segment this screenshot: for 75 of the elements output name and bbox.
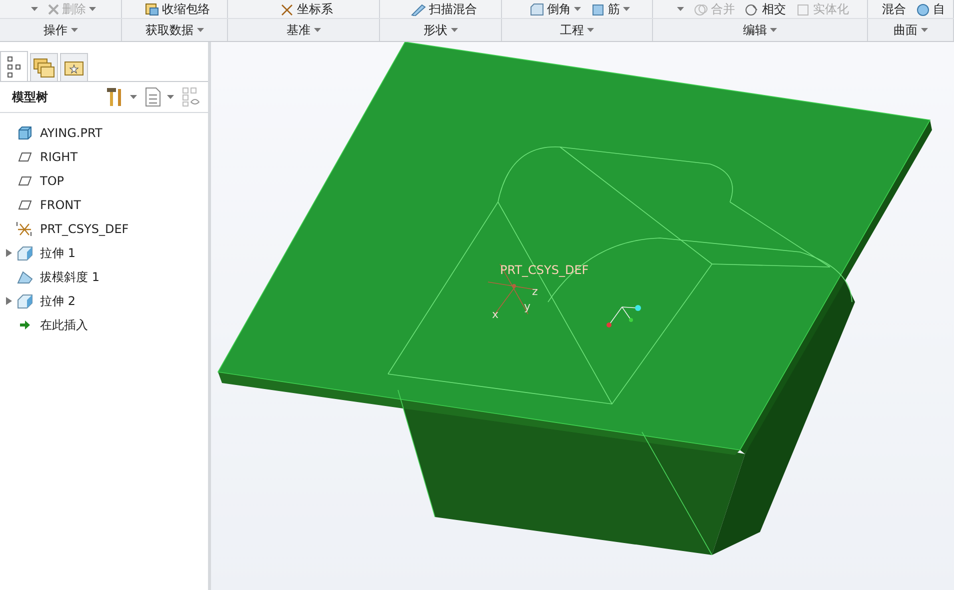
list-icon: [145, 87, 161, 107]
caret-icon: [70, 28, 78, 32]
caret-icon: [574, 7, 581, 11]
ribbon-command[interactable]: 混合: [880, 0, 908, 18]
caret-icon: [587, 28, 594, 32]
triad-icon: [606, 305, 641, 328]
box-icon: [17, 294, 33, 308]
tree-item[interactable]: TOP: [38, 174, 64, 188]
axis-label: y: [524, 300, 531, 313]
caret-icon: [89, 7, 96, 11]
axis-label: x: [492, 308, 499, 321]
ribbon-command[interactable]: 筋: [589, 0, 632, 18]
group-menu-button[interactable]: 形状: [422, 21, 460, 39]
coordinate-system-icon: [16, 221, 34, 237]
group-menu-button[interactable]: 获取数据: [144, 21, 206, 39]
sphere-icon: [916, 2, 930, 16]
arrow-icon: [19, 320, 31, 330]
tree-item[interactable]: 拉伸 2: [38, 292, 76, 310]
expand-arrow-icon[interactable]: [6, 249, 12, 257]
caret-icon: [31, 7, 38, 11]
tree-item[interactable]: AYING.PRT: [38, 126, 102, 140]
show-dropdown-button[interactable]: [145, 87, 174, 107]
group-menu-button[interactable]: 编辑: [741, 21, 779, 39]
pen-icon: [410, 2, 426, 16]
cube-icon: [18, 126, 32, 140]
caret-icon: [167, 95, 174, 99]
folders-icon: [33, 58, 55, 78]
caret-icon: [450, 28, 458, 32]
caret-icon: [623, 7, 630, 11]
delete-icon: [48, 4, 59, 14]
chamfer-icon: [530, 2, 544, 16]
hidden-items-icon[interactable]: [182, 87, 200, 107]
group-menu-button[interactable]: 基准: [284, 21, 322, 39]
plane-icon: [18, 176, 32, 186]
merge-icon: [694, 2, 708, 16]
caret-icon: [196, 28, 204, 32]
panel-tab[interactable]: [60, 53, 88, 81]
caret-icon: [770, 28, 777, 32]
ribbon-command[interactable]: 倒角: [528, 0, 583, 18]
tree-item[interactable]: RIGHT: [38, 150, 78, 164]
group-menu-button[interactable]: 操作: [42, 21, 80, 39]
wedge-icon: [17, 270, 33, 284]
ribbon-command[interactable]: 相交: [743, 0, 788, 18]
tree-item[interactable]: PRT_CSYS_DEF: [38, 222, 129, 236]
package-icon: [145, 2, 159, 16]
panel-tab[interactable]: [30, 53, 58, 81]
solidify-icon: [796, 2, 810, 16]
box-icon: [17, 246, 33, 260]
rib-icon: [591, 2, 605, 16]
tree-item[interactable]: 在此插入: [38, 316, 88, 334]
tree-item[interactable]: FRONT: [38, 198, 81, 212]
ribbon-command[interactable]: 坐标系: [278, 0, 335, 18]
caret-icon: [314, 28, 320, 32]
part-model-drawing[interactable]: [217, 42, 932, 556]
caret-icon: [920, 28, 928, 32]
coordinate-system-icon: [280, 2, 294, 16]
hammer-screwdriver-icon: [106, 87, 124, 107]
settings-dropdown-button[interactable]: [106, 87, 137, 107]
panel-title: 模型树: [12, 88, 49, 106]
caret-icon: [677, 7, 684, 11]
group-menu-button[interactable]: 曲面: [892, 21, 930, 39]
ribbon-command[interactable]: 收缩包络: [143, 0, 212, 18]
intersect-icon: [745, 2, 759, 16]
plane-icon: [18, 152, 32, 162]
plane-icon: [18, 200, 32, 210]
ribbon-command[interactable]: 扫描混合: [408, 0, 479, 18]
ribbon-command[interactable]: 自: [914, 0, 947, 18]
tree-item[interactable]: 拔模斜度 1: [38, 268, 100, 286]
tree-item[interactable]: 拉伸 1: [38, 244, 76, 262]
star-folder-icon: [64, 60, 84, 76]
tree-icon: [7, 56, 21, 78]
panel-tab[interactable]: [0, 51, 28, 81]
expand-arrow-icon[interactable]: [6, 297, 12, 305]
group-menu-button[interactable]: 工程: [558, 21, 596, 39]
caret-icon: [130, 95, 137, 99]
